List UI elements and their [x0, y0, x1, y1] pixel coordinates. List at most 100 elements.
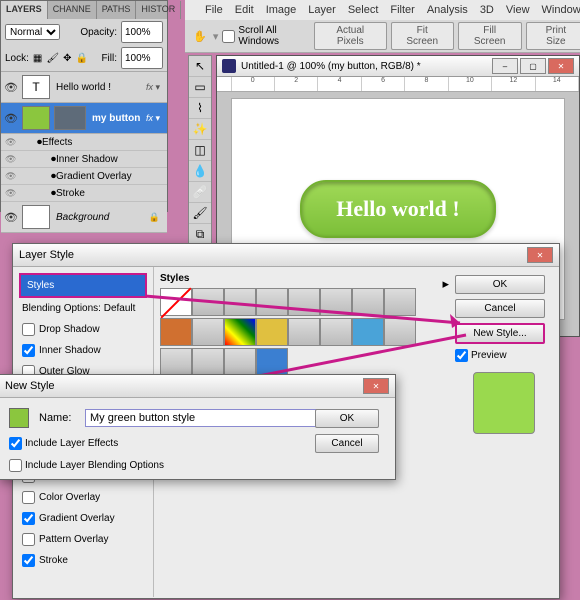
- menu-analysis[interactable]: Analysis: [427, 4, 468, 16]
- style-swatch[interactable]: [224, 318, 256, 346]
- menu-layer[interactable]: Layer: [308, 4, 336, 16]
- crop-tool-icon[interactable]: ◫: [189, 140, 211, 161]
- style-swatch[interactable]: [256, 288, 288, 316]
- menu-image[interactable]: Image: [266, 4, 297, 16]
- style-swatch[interactable]: [352, 288, 384, 316]
- style-swatch[interactable]: [352, 318, 384, 346]
- menu-file[interactable]: File: [205, 4, 223, 16]
- menu-filter[interactable]: Filter: [390, 4, 414, 16]
- minimize-button[interactable]: –: [492, 58, 518, 74]
- pattern-overlay-row[interactable]: Pattern Overlay: [19, 529, 147, 550]
- style-swatch[interactable]: [288, 318, 320, 346]
- blending-options[interactable]: Blending Options: Default: [19, 298, 147, 319]
- brush-tool-icon[interactable]: 🖌: [189, 203, 211, 224]
- close-icon[interactable]: ✕: [527, 247, 553, 263]
- menu-select[interactable]: Select: [348, 4, 379, 16]
- cancel-button[interactable]: Cancel: [315, 434, 379, 453]
- layer-text[interactable]: 👁 T Hello world ! fx ▾: [1, 72, 167, 103]
- ok-button[interactable]: OK: [315, 409, 379, 428]
- menu-3d[interactable]: 3D: [480, 4, 494, 16]
- move-tool-icon[interactable]: ↖: [189, 56, 211, 77]
- style-swatch[interactable]: [192, 348, 224, 376]
- ok-button[interactable]: OK: [455, 275, 545, 294]
- style-swatch[interactable]: [224, 288, 256, 316]
- preview-checkbox[interactable]: Preview: [455, 349, 553, 362]
- style-swatch[interactable]: [160, 318, 192, 346]
- eyedropper-tool-icon[interactable]: 💧: [189, 161, 211, 182]
- style-none[interactable]: [160, 288, 192, 316]
- styles-menu-icon[interactable]: ▸: [442, 276, 449, 292]
- fx-badge[interactable]: fx ▾: [146, 113, 166, 124]
- menu-window[interactable]: Window: [542, 4, 580, 16]
- include-blending-checkbox[interactable]: Include Layer Blending Options: [9, 459, 309, 472]
- tab-history[interactable]: HISTOR: [136, 1, 181, 19]
- stroke-row[interactable]: Stroke: [19, 550, 147, 571]
- include-effects-checkbox[interactable]: Include Layer Effects: [9, 437, 309, 450]
- visibility-icon[interactable]: 👁: [2, 81, 20, 94]
- lock-transparency-icon[interactable]: ▦: [33, 53, 42, 64]
- style-swatch[interactable]: [224, 348, 256, 376]
- layer-thumb: [22, 106, 50, 130]
- options-bar: ✋ ▾ Scroll All Windows Actual Pixels Fit…: [185, 20, 580, 53]
- inner-shadow-row[interactable]: Inner Shadow: [19, 340, 147, 361]
- new-style-button[interactable]: New Style...: [455, 323, 545, 344]
- lock-pixels-icon[interactable]: 🖌: [46, 53, 59, 64]
- style-swatch-preview: [9, 408, 29, 428]
- print-size-button[interactable]: Print Size: [526, 22, 580, 50]
- style-name-input[interactable]: [85, 409, 319, 427]
- close-icon[interactable]: ✕: [363, 378, 389, 394]
- fx-inner-shadow[interactable]: ⏺ Inner Shadow: [1, 151, 167, 168]
- style-swatch[interactable]: [320, 288, 352, 316]
- close-button[interactable]: ✕: [548, 58, 574, 74]
- fx-gradient-overlay[interactable]: ⏺ Gradient Overlay: [1, 168, 167, 185]
- lock-label: Lock:: [5, 53, 29, 64]
- style-swatch[interactable]: [288, 288, 320, 316]
- lasso-tool-icon[interactable]: ⌇: [189, 98, 211, 119]
- style-swatch[interactable]: [384, 288, 416, 316]
- lock-position-icon[interactable]: ✥: [63, 53, 71, 64]
- style-swatch[interactable]: [192, 288, 224, 316]
- color-overlay-row[interactable]: Color Overlay: [19, 487, 147, 508]
- style-swatch[interactable]: [256, 348, 288, 376]
- menu-edit[interactable]: Edit: [235, 4, 254, 16]
- opacity-input[interactable]: [121, 21, 163, 43]
- style-swatch[interactable]: [320, 318, 352, 346]
- lock-all-icon[interactable]: 🔒: [75, 53, 87, 64]
- actual-pixels-button[interactable]: Actual Pixels: [314, 22, 387, 50]
- opacity-label: Opacity:: [80, 27, 117, 38]
- layer-background[interactable]: 👁 Background 🔒: [1, 202, 167, 233]
- dialog-title: Layer Style: [19, 249, 74, 261]
- menu-view[interactable]: View: [506, 4, 530, 16]
- layer-my-button[interactable]: 👁 my button fx ▾: [1, 103, 167, 134]
- drop-shadow-row[interactable]: Drop Shadow: [19, 319, 147, 340]
- marquee-tool-icon[interactable]: ▭: [189, 77, 211, 98]
- heal-tool-icon[interactable]: 🩹: [189, 182, 211, 203]
- fx-stroke[interactable]: ⏺ Stroke: [1, 185, 167, 202]
- style-swatch[interactable]: [256, 318, 288, 346]
- wand-tool-icon[interactable]: ✨: [189, 119, 211, 140]
- styles-heading: Styles: [160, 273, 443, 288]
- rendered-button: Hello world !: [300, 180, 495, 238]
- style-swatch[interactable]: [192, 318, 224, 346]
- blend-mode-select[interactable]: Normal: [5, 24, 60, 40]
- style-swatch[interactable]: [384, 318, 416, 346]
- tab-layers[interactable]: LAYERS: [1, 1, 48, 19]
- cancel-button[interactable]: Cancel: [455, 299, 545, 318]
- stamp-tool-icon[interactable]: ⧉: [189, 224, 211, 245]
- style-swatch[interactable]: [160, 348, 192, 376]
- fill-screen-button[interactable]: Fill Screen: [458, 22, 522, 50]
- hand-tool-icon[interactable]: ✋: [191, 26, 209, 46]
- fill-input[interactable]: [121, 47, 163, 69]
- fit-screen-button[interactable]: Fit Screen: [391, 22, 454, 50]
- fx-badge[interactable]: fx ▾: [146, 82, 166, 93]
- tab-channels[interactable]: CHANNE: [48, 1, 97, 19]
- gradient-overlay-row[interactable]: Gradient Overlay: [19, 508, 147, 529]
- visibility-icon[interactable]: 👁: [2, 211, 20, 224]
- fx-effects[interactable]: ⏺ Effects: [1, 134, 167, 151]
- styles-section[interactable]: Styles: [19, 273, 147, 298]
- tab-paths[interactable]: PATHS: [97, 1, 137, 19]
- scroll-all-checkbox[interactable]: Scroll All Windows: [222, 25, 309, 47]
- visibility-icon[interactable]: 👁: [2, 112, 20, 125]
- maximize-button[interactable]: ▢: [520, 58, 546, 74]
- name-label: Name:: [39, 412, 79, 424]
